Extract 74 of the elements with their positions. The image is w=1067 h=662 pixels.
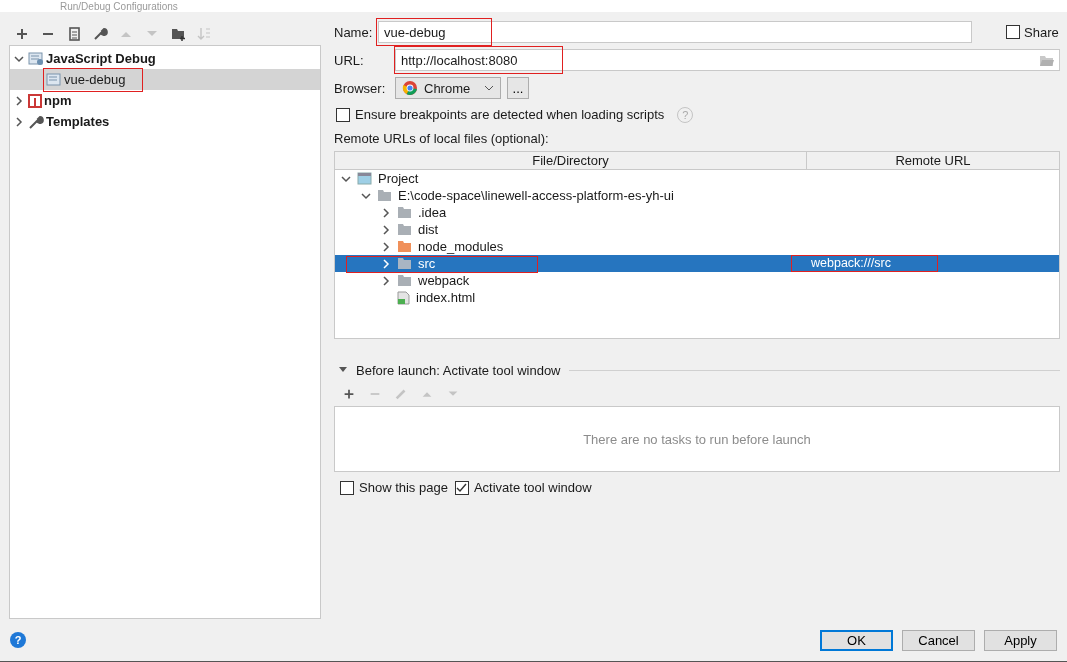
- chevron-icon[interactable]: [381, 207, 391, 218]
- chevron-icon[interactable]: [381, 224, 391, 235]
- chrome-icon: [402, 80, 418, 96]
- dialog-button[interactable]: Cancel: [902, 629, 975, 651]
- empty-message: There are no tasks to run before launch: [583, 431, 811, 447]
- remote-url: webpack:///src: [811, 257, 891, 270]
- window-title: Run/Debug Configurations: [60, 1, 178, 12]
- url-label: URL:: [334, 52, 365, 68]
- option-checkbox[interactable]: [340, 480, 354, 495]
- breakpoints-label: Ensure breakpoints are detected when loading scripts: [355, 107, 665, 122]
- chevron-icon[interactable]: [14, 53, 24, 64]
- chevron-icon[interactable]: [341, 173, 351, 184]
- table-row[interactable]: webpack: [335, 272, 1059, 289]
- file-name: src: [418, 256, 436, 271]
- configuration-icon: [46, 72, 62, 87]
- chevron-icon[interactable]: [381, 258, 391, 269]
- chevron-icon[interactable]: [361, 190, 371, 201]
- folder-icon: [377, 189, 392, 202]
- chevron-icon[interactable]: [14, 116, 24, 127]
- file-name: Project: [378, 171, 419, 186]
- add-icon[interactable]: [14, 26, 30, 42]
- tree-item[interactable]: vue-debug: [10, 69, 320, 90]
- table-row[interactable]: node_modules: [335, 238, 1059, 255]
- project-icon: [357, 172, 372, 185]
- chevron-icon[interactable]: [381, 275, 391, 286]
- table-row[interactable]: index.html: [335, 289, 1059, 306]
- file-name: E:\code-space\linewell-access-platform-es-yh-ui: [398, 188, 674, 203]
- copy-icon[interactable]: [66, 26, 82, 42]
- breakpoints-checkbox[interactable]: [336, 107, 350, 122]
- tree-item[interactable]: JavaScript Debug: [10, 48, 320, 69]
- file-name: node_modules: [418, 239, 504, 254]
- column-header[interactable]: Remote URL: [807, 152, 1059, 169]
- name-field[interactable]: vue-debug: [378, 21, 972, 43]
- column-header[interactable]: File/Directory: [335, 152, 807, 169]
- dialog-button[interactable]: Apply: [984, 629, 1057, 651]
- file-name: index.html: [416, 290, 476, 305]
- folder-icon: [397, 223, 412, 236]
- name-label: Name:: [334, 24, 374, 40]
- option-label: Activate tool window: [473, 480, 592, 495]
- collapse-triangle-icon[interactable]: [338, 366, 348, 374]
- browser-dropdown[interactable]: Chrome: [395, 77, 501, 99]
- option-checkbox[interactable]: [454, 480, 469, 495]
- browser-label: Browser:: [334, 80, 387, 96]
- share-checkbox[interactable]: [1006, 25, 1020, 39]
- more-button[interactable]: ...: [507, 77, 529, 99]
- table-row[interactable]: dist: [335, 221, 1059, 238]
- option-label: Show this page: [359, 480, 448, 495]
- folder-icon: [397, 257, 412, 270]
- folder-icon: [397, 274, 412, 287]
- share-label: Share: [1024, 24, 1059, 40]
- table-row[interactable]: Project: [335, 170, 1059, 187]
- folder-icon: [397, 240, 412, 253]
- folder-plus-icon[interactable]: [170, 26, 186, 42]
- url-field[interactable]: http://localhost:8080: [395, 49, 1060, 71]
- file-name: .idea: [418, 205, 447, 220]
- configuration-icon: [28, 51, 44, 66]
- npm-icon: [28, 93, 42, 108]
- table-row[interactable]: E:\code-space\linewell-access-platform-es-yh-ui: [335, 187, 1059, 204]
- caret-icon: [484, 85, 494, 91]
- folder-icon: [397, 206, 412, 219]
- tree-item[interactable]: npm: [10, 90, 320, 111]
- table-row[interactable]: .idea: [335, 204, 1059, 221]
- section-title: Before launch: Activate tool window: [356, 362, 561, 378]
- file-name: dist: [418, 222, 439, 237]
- help-button[interactable]: ?: [10, 632, 26, 648]
- remote-urls-label: Remote URLs of local files (optional):: [334, 130, 550, 148]
- dialog-button[interactable]: OK: [820, 629, 893, 651]
- chevron-icon[interactable]: [381, 241, 391, 252]
- file-name: webpack: [418, 273, 470, 288]
- tree-item[interactable]: Templates: [10, 111, 320, 132]
- chevron-icon[interactable]: [14, 95, 24, 106]
- add-icon[interactable]: [342, 387, 356, 401]
- html-file-icon: [397, 290, 410, 305]
- table-row[interactable]: src webpack:///src: [335, 255, 1059, 272]
